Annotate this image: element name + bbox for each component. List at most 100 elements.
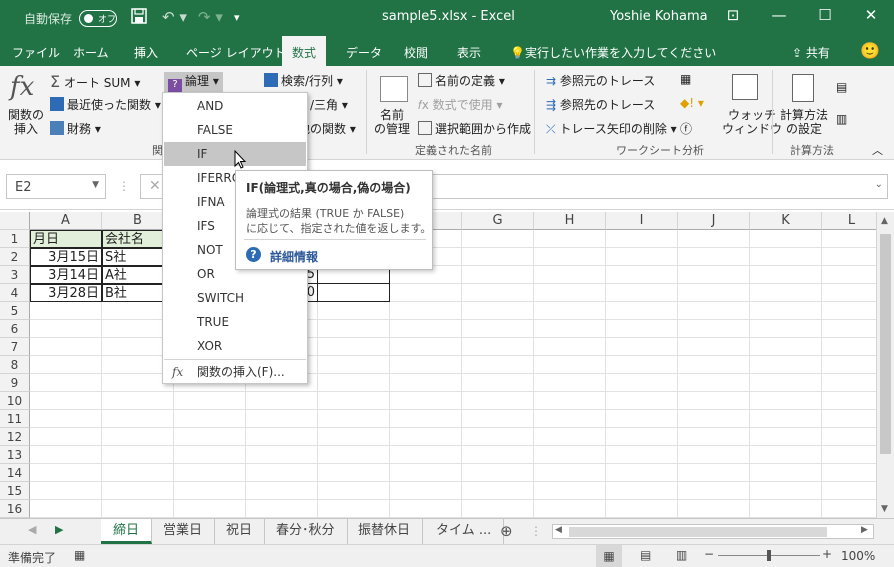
menu-item-insert-function[interactable]: fx 関数の挿入(F)... [164, 360, 306, 384]
sheet-tab[interactable]: 祝日 [214, 519, 266, 544]
calc-now-icon[interactable]: ▤ [836, 80, 847, 94]
autosum-button[interactable]: Σ オート SUM ▾ [50, 72, 140, 91]
tab-view[interactable]: 表示 [457, 44, 481, 61]
tab-formulas[interactable]: 数式 [282, 36, 327, 66]
hscroll-thumb[interactable] [569, 527, 827, 537]
name-manager-icon[interactable] [380, 76, 408, 102]
use-in-formula-button[interactable]: 𝑓x 数式で使用 ▾ [418, 96, 503, 113]
customize-qat-icon[interactable]: ▾ [234, 11, 240, 24]
row-header[interactable]: 6 [0, 320, 30, 338]
menu-item-true[interactable]: TRUE [164, 310, 306, 334]
lookup-button[interactable]: 検索/行列 ▾ [264, 72, 343, 89]
page-layout-view-icon[interactable]: ▤ [640, 548, 651, 562]
financial-button[interactable]: 財務 ▾ [50, 120, 101, 137]
sheet-tab[interactable]: 春分･秋分 [264, 519, 348, 544]
row-header[interactable]: 8 [0, 356, 30, 374]
close-button[interactable]: ✕ [856, 6, 886, 28]
define-name-button[interactable]: 名前の定義 ▾ [418, 72, 505, 89]
cell-a2[interactable]: 3月15日 [30, 248, 102, 266]
normal-view-icon[interactable]: ▦ [596, 545, 622, 567]
undo-icon[interactable]: ↶ ▾ [162, 8, 187, 26]
scroll-left-icon[interactable]: ◀ [555, 525, 562, 535]
column-header[interactable]: K [750, 212, 822, 230]
zoom-in-icon[interactable]: + [822, 547, 832, 561]
ribbon-display-icon[interactable]: ⊡ [718, 6, 748, 28]
row-header[interactable]: 11 [0, 410, 30, 428]
zoom-out-icon[interactable]: − [704, 547, 714, 561]
menu-item-xor[interactable]: XOR [164, 334, 306, 358]
insert-function-icon[interactable]: fx [10, 72, 34, 102]
help-icon[interactable]: ? [246, 247, 261, 262]
column-header[interactable]: J [678, 212, 750, 230]
column-header[interactable]: G [462, 212, 534, 230]
expand-formula-icon[interactable]: ⌄ [875, 179, 883, 190]
user-name[interactable]: Yoshie Kohama [610, 9, 708, 24]
show-formulas-icon[interactable]: ▦ [680, 72, 691, 86]
tab-page-layout[interactable]: ページ レイアウト [186, 44, 286, 61]
tab-split-handle-icon[interactable]: ⋮ [530, 524, 542, 538]
vertical-scrollbar[interactable]: ▲ ▼ [876, 212, 894, 518]
row-header[interactable]: 10 [0, 392, 30, 410]
save-icon[interactable] [131, 8, 147, 28]
scroll-right-icon[interactable]: ▶ [861, 525, 868, 535]
share-button[interactable]: ⇪ 共有 [792, 44, 830, 61]
row-header[interactable]: 15 [0, 482, 30, 500]
menu-item-and[interactable]: AND [164, 94, 306, 118]
zoom-level[interactable]: 100% [841, 549, 875, 563]
logical-button[interactable]: ? 論理 ▾ [164, 72, 223, 93]
calculator-icon[interactable] [792, 74, 814, 102]
sheet-tab[interactable]: タイム ... [424, 519, 505, 544]
tab-home[interactable]: ホーム [73, 44, 109, 61]
cell-a4[interactable]: 3月28日 [30, 284, 102, 302]
row-header[interactable]: 12 [0, 428, 30, 446]
select-all-corner[interactable] [0, 212, 30, 230]
row-header[interactable]: 5 [0, 302, 30, 320]
collapse-ribbon-icon[interactable]: ︿ [872, 142, 883, 158]
cell-e4[interactable] [318, 284, 390, 302]
column-header[interactable]: L [822, 212, 876, 230]
row-header[interactable]: 2 [0, 248, 30, 266]
horizontal-scrollbar[interactable]: ◀ ▶ [552, 524, 874, 539]
add-sheet-icon[interactable]: ⊕ [500, 522, 513, 540]
evaluate-formula-icon[interactable]: ⓕ [680, 120, 692, 137]
cell-a1[interactable]: 月日 [30, 230, 102, 248]
sheet-tab[interactable]: 締日 [101, 519, 153, 544]
remove-arrows-button[interactable]: ⤫ トレース矢印の削除 ▾ [546, 120, 677, 137]
autosave-toggle[interactable]: オフ [79, 10, 117, 27]
smiley-icon[interactable]: 🙂 [860, 41, 880, 60]
cell-a3[interactable]: 3月14日 [30, 266, 102, 284]
next-sheet-icon[interactable]: ▶ [55, 523, 63, 536]
tab-file[interactable]: ファイル [12, 44, 60, 61]
tooltip-more-link[interactable]: 詳細情報 [270, 248, 318, 265]
calc-sheet-icon[interactable]: ▥ [836, 112, 847, 126]
scroll-thumb[interactable] [880, 234, 891, 454]
prev-sheet-icon[interactable]: ◀ [28, 523, 36, 536]
watch-window-button[interactable]: ウォッチ ウィンドウ [722, 108, 782, 136]
cancel-icon[interactable]: ✕ [149, 178, 161, 194]
watch-window-icon[interactable] [732, 74, 758, 100]
row-header[interactable]: 1 [0, 230, 30, 248]
page-break-view-icon[interactable]: ▥ [676, 548, 687, 562]
column-header[interactable]: A [30, 212, 102, 230]
create-from-selection-button[interactable]: 選択範囲から作成 [418, 120, 531, 137]
row-header[interactable]: 9 [0, 374, 30, 392]
row-header[interactable]: 13 [0, 446, 30, 464]
row-header[interactable]: 7 [0, 338, 30, 356]
tab-review[interactable]: 校閲 [404, 44, 428, 61]
column-header[interactable]: I [606, 212, 678, 230]
zoom-slider-thumb[interactable] [767, 550, 771, 561]
error-checking-icon[interactable]: ◆! ▾ [680, 96, 704, 110]
tab-insert[interactable]: 挿入 [134, 44, 158, 61]
insert-function-button[interactable]: 関数の 挿入 [8, 108, 44, 136]
row-header[interactable]: 14 [0, 464, 30, 482]
math-button[interactable]: /三角 ▾ [310, 96, 348, 113]
menu-item-switch[interactable]: SWITCH [164, 286, 306, 310]
worksheet-grid[interactable]: A B C D E F G H I J K L 1 2 3 4 5 6 7 8 … [0, 212, 876, 518]
trace-precedents-button[interactable]: ⇉ 参照元のトレース [546, 72, 655, 89]
tell-me-box[interactable]: 💡実行したい作業を入力してください [510, 44, 716, 61]
scroll-down-icon[interactable]: ▼ [881, 504, 888, 514]
trace-dependents-button[interactable]: ⇶ 参照先のトレース [546, 96, 655, 113]
row-header[interactable]: 3 [0, 266, 30, 284]
recent-functions-button[interactable]: 最近使った関数 ▾ [50, 96, 161, 113]
name-box[interactable]: E2 ▼ [6, 174, 106, 199]
